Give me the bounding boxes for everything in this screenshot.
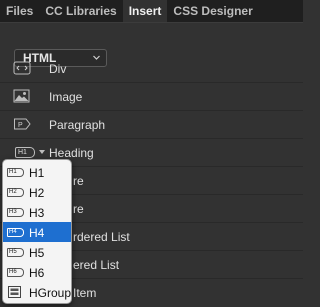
insert-item-label: rdered List [73, 230, 130, 244]
insert-item-label: re [73, 174, 84, 188]
paragraph-icon: P [14, 118, 31, 130]
heading-icon: H1 [15, 147, 35, 158]
heading-badge-icon: H3 [7, 208, 24, 217]
menu-item-label: H2 [29, 186, 45, 200]
menu-item-label: H4 [29, 226, 45, 240]
menu-item-h5[interactable]: H5 H5 [3, 242, 71, 262]
insert-item-label: Heading [49, 146, 94, 160]
tab-cc-libraries[interactable]: CC Libraries [39, 0, 122, 22]
insert-item-label: Item [73, 286, 97, 300]
heading-badge-icon: H6 [7, 268, 24, 277]
menu-item-h1[interactable]: H1 H1 [3, 162, 71, 182]
menu-item-h3[interactable]: H3 H3 [3, 202, 71, 222]
menu-item-h2[interactable]: H2 H2 [3, 182, 71, 202]
insert-item-div[interactable]: Div [0, 55, 303, 82]
menu-item-label: HGroup [29, 286, 72, 300]
dropdown-arrow-icon[interactable] [39, 150, 45, 155]
heading-badge-icon: H4 [7, 228, 24, 237]
tab-insert[interactable]: Insert [122, 0, 168, 22]
menu-item-label: H5 [29, 246, 45, 260]
menu-item-label: H3 [29, 206, 45, 220]
menu-item-label: H6 [29, 266, 45, 280]
insert-item-label: re [73, 202, 84, 216]
div-icon [13, 61, 31, 75]
menu-item-label: H1 [29, 166, 45, 180]
insert-item-label: Image [49, 90, 83, 104]
menu-item-h6[interactable]: H6 H6 [3, 262, 71, 282]
heading-level-menu: H1 H1 H2 H2 H3 H3 H4 H4 H5 H5 H6 H6 HGro… [2, 159, 72, 304]
menu-item-h4[interactable]: H4 H4 [3, 222, 71, 242]
insert-item-label: Div [49, 62, 67, 76]
menu-item-hgroup[interactable]: HGroup [3, 282, 72, 302]
insert-item-label: Paragraph [49, 118, 106, 132]
heading-badge-icon: H2 [7, 188, 24, 197]
heading-badge-icon: H5 [7, 248, 24, 257]
heading-badge-icon: H1 [7, 168, 24, 177]
insert-item-paragraph[interactable]: P Paragraph [0, 111, 303, 138]
tab-css-designer[interactable]: CSS Designer [167, 0, 258, 22]
insert-item-image[interactable]: Image [0, 83, 303, 110]
panel-tab-bar: Files CC Libraries Insert CSS Designer [0, 0, 303, 22]
hgroup-icon [8, 286, 21, 298]
insert-item-label: ered List [73, 258, 120, 272]
image-icon [13, 89, 30, 103]
svg-text:P: P [18, 122, 23, 129]
tab-files[interactable]: Files [0, 0, 39, 22]
